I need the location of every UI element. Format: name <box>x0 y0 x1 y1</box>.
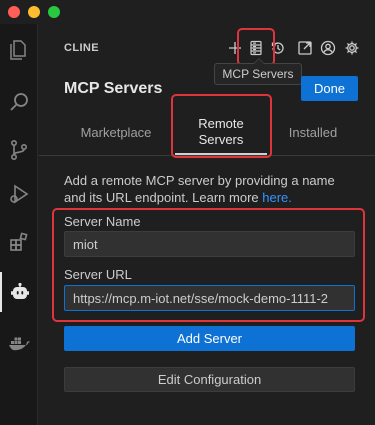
docker-icon[interactable] <box>0 322 38 362</box>
account-icon[interactable] <box>318 38 338 58</box>
history-icon[interactable] <box>268 38 288 58</box>
cline-panel: CLINE MCP Servers MCP Servers Done Marke… <box>39 24 375 425</box>
settings-icon[interactable] <box>342 38 362 58</box>
add-server-button[interactable]: Add Server <box>64 326 355 351</box>
window-titlebar <box>0 0 375 24</box>
tab-installed[interactable]: Installed <box>271 110 355 155</box>
server-url-label: Server URL <box>64 267 132 282</box>
minimize-window-button[interactable] <box>28 6 40 18</box>
edit-configuration-button[interactable]: Edit Configuration <box>64 367 355 392</box>
extensions-icon[interactable] <box>0 222 38 262</box>
tabs-divider <box>39 155 375 156</box>
explorer-icon[interactable] <box>0 30 38 70</box>
tab-remote-servers[interactable]: Remote Servers <box>175 110 267 155</box>
server-name-label: Server Name <box>64 214 141 229</box>
tab-bar: Marketplace Remote Servers Installed <box>39 110 375 155</box>
form-description: Add a remote MCP server by providing a n… <box>64 172 360 206</box>
learn-more-link[interactable]: here. <box>262 190 292 205</box>
tab-marketplace[interactable]: Marketplace <box>59 110 173 155</box>
tab-remote-servers-label: Remote Servers <box>198 115 244 147</box>
close-window-button[interactable] <box>8 6 20 18</box>
cline-icon[interactable] <box>0 272 38 312</box>
maximize-window-button[interactable] <box>48 6 60 18</box>
description-text: Add a remote MCP server by providing a n… <box>64 173 335 205</box>
popout-icon[interactable] <box>295 38 315 58</box>
source-control-icon[interactable] <box>0 130 38 170</box>
page-title: MCP Servers <box>64 80 163 97</box>
mcp-servers-tooltip: MCP Servers <box>214 58 302 85</box>
plus-icon[interactable] <box>225 38 245 58</box>
panel-header: CLINE <box>39 34 375 62</box>
server-url-input[interactable]: https://mcp.m-iot.net/sse/mock-demo-1111… <box>64 285 355 311</box>
server-name-input[interactable]: miot <box>64 231 355 257</box>
mcp-servers-icon[interactable] <box>246 38 266 58</box>
done-button[interactable]: Done <box>301 76 358 101</box>
run-debug-icon[interactable] <box>0 174 38 214</box>
panel-title: CLINE <box>64 42 99 54</box>
activity-bar <box>0 24 38 425</box>
search-icon[interactable] <box>0 82 38 122</box>
